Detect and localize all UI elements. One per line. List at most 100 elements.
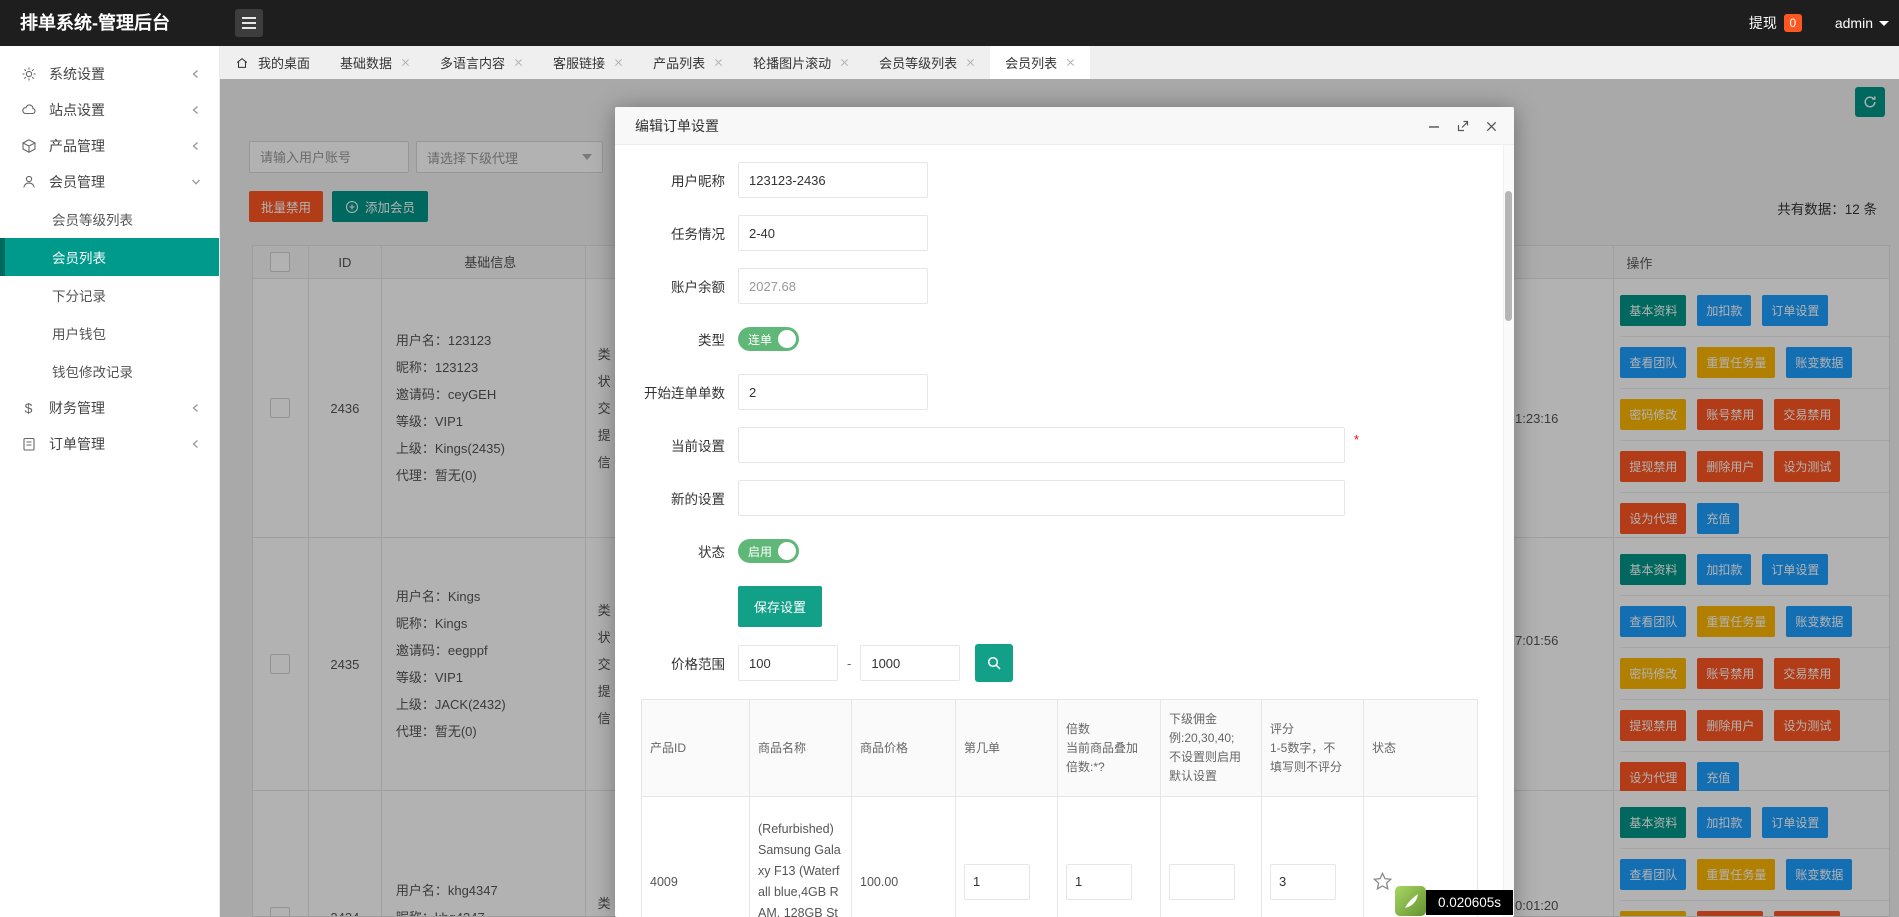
tab-member-level[interactable]: 会员等级列表 — [864, 46, 990, 79]
close-icon[interactable] — [1066, 58, 1075, 67]
start-streak-count-input[interactable] — [738, 374, 928, 410]
save-settings-button[interactable]: 保存设置 — [738, 586, 823, 627]
task-status-input[interactable] — [738, 215, 928, 251]
score-cell — [1261, 796, 1364, 917]
tab-label: 基础数据 — [340, 56, 393, 71]
withdraw-count-badge[interactable]: 0 — [1783, 14, 1802, 32]
modal-scrollbar-track[interactable] — [1503, 145, 1514, 917]
toggle-label: 启用 — [748, 544, 773, 559]
chevron-left-icon — [191, 439, 201, 449]
sidebar-item-system-settings[interactable]: 系统设置 — [0, 56, 219, 92]
close-icon[interactable] — [966, 58, 975, 67]
price-search-button[interactable] — [975, 644, 1014, 682]
score-input[interactable] — [1270, 863, 1336, 900]
minimize-icon[interactable] — [1427, 119, 1441, 133]
chevron-left-icon — [191, 69, 201, 79]
close-icon[interactable] — [714, 58, 723, 67]
chevron-left-icon — [191, 403, 201, 413]
sidebar-item-member-level-list[interactable]: 会员等级列表 — [0, 200, 219, 238]
gear-icon — [20, 66, 37, 82]
tab-member-list[interactable]: 会员列表 — [990, 46, 1091, 79]
chevron-down-icon — [191, 177, 201, 187]
type-toggle[interactable]: 连单 — [738, 327, 800, 351]
sidebar-item-label: 订单管理 — [49, 436, 105, 452]
withdraw-link[interactable]: 提现 — [1749, 13, 1777, 33]
toggle-knob — [778, 330, 797, 348]
maximize-icon[interactable] — [1456, 119, 1470, 133]
tab-desktop[interactable]: 我的桌面 — [220, 46, 325, 79]
tab-label: 会员等级列表 — [879, 56, 958, 71]
sidebar-item-label: 产品管理 — [49, 138, 105, 154]
product-table: 产品ID 商品名称 商品价格 第几单 倍数 当前商品叠加 倍数:*? 下级佣金 例:2… — [641, 699, 1478, 917]
clipboard-icon — [20, 436, 37, 452]
col-commission: 下级佣金 例:20,30,40; 不设置则启用 默认设置 — [1160, 699, 1262, 797]
user-menu[interactable]: admin — [1835, 15, 1873, 31]
col-status: 状态 — [1363, 699, 1478, 797]
price-max-input[interactable] — [860, 645, 961, 681]
field-label: 类型 — [698, 333, 725, 348]
tab-carousel[interactable]: 轮播图片滚动 — [738, 46, 864, 79]
modal-header[interactable]: 编辑订单设置 — [615, 107, 1514, 145]
home-icon — [235, 56, 249, 70]
topbar: 排单系统-管理后台 提现 0 admin — [0, 0, 1899, 46]
sidebar-sub-label: 钱包修改记录 — [52, 365, 133, 380]
close-icon[interactable] — [614, 58, 623, 67]
tab-service-link[interactable]: 客服链接 — [538, 46, 638, 79]
sidebar-item-user-wallet[interactable]: 用户钱包 — [0, 314, 219, 352]
debug-time-label: 0.020605s — [1426, 890, 1514, 915]
nickname-input[interactable] — [738, 162, 928, 198]
price-dash: - — [847, 655, 852, 671]
field-label: 开始连单单数 — [644, 386, 725, 401]
sidebar-item-member-list[interactable]: 会员列表 — [0, 238, 219, 276]
app-title: 排单系统-管理后台 — [20, 13, 170, 33]
tab-basic-data[interactable]: 基础数据 — [325, 46, 425, 79]
sidebar-sub-label: 会员列表 — [52, 251, 106, 266]
sidebar-item-site-settings[interactable]: 站点设置 — [0, 92, 219, 128]
commission-input[interactable] — [1169, 863, 1235, 900]
close-icon[interactable] — [401, 58, 410, 67]
dollar-icon: $ — [24, 400, 33, 416]
modal-scrollbar-thumb[interactable] — [1505, 191, 1512, 321]
chevron-down-icon — [1879, 20, 1889, 26]
tab-multilang[interactable]: 多语言内容 — [425, 46, 538, 79]
product-table-header: 产品ID 商品名称 商品价格 第几单 倍数 当前商品叠加 倍数:*? 下级佣金 例:2… — [641, 699, 1478, 797]
field-label: 任务情况 — [671, 227, 725, 242]
user-icon — [20, 174, 37, 190]
tab-label: 多语言内容 — [440, 56, 506, 71]
sidebar-item-order-management[interactable]: 订单管理 — [0, 426, 219, 462]
col-product-price: 商品价格 — [851, 699, 956, 797]
hamburger-button[interactable] — [235, 9, 263, 37]
close-icon[interactable] — [1485, 120, 1498, 133]
sidebar-item-member-management[interactable]: 会员管理 — [0, 164, 219, 200]
sidebar-sub-label: 会员等级列表 — [52, 213, 133, 228]
field-label: 价格范围 — [671, 657, 725, 672]
field-label: 状态 — [698, 545, 725, 560]
sidebar-item-wallet-log[interactable]: 钱包修改记录 — [0, 352, 219, 390]
balance-input[interactable] — [738, 268, 928, 304]
product-row: 4009 (Refurbished) Samsung Galaxy F13 (W… — [641, 796, 1478, 917]
order-no-input[interactable] — [964, 863, 1030, 900]
sidebar: 系统设置 站点设置 产品管理 会员管理 会员等级列表 会员列表 下分记录 用户钱… — [0, 46, 220, 917]
product-name: (Refurbished) Samsung Galaxy F13 (Waterf… — [749, 796, 852, 917]
tab-label: 产品列表 — [653, 56, 706, 71]
trace-icon[interactable] — [1395, 886, 1426, 916]
col-score: 评分 1-5数字，不 填写则不评分 — [1261, 699, 1364, 797]
multiple-input[interactable] — [1066, 863, 1132, 900]
status-toggle[interactable]: 启用 — [738, 539, 800, 563]
sidebar-item-product-management[interactable]: 产品管理 — [0, 128, 219, 164]
tab-product-list[interactable]: 产品列表 — [638, 46, 738, 79]
sidebar-item-label: 财务管理 — [49, 400, 105, 416]
new-settings-input[interactable] — [738, 480, 1345, 516]
close-icon[interactable] — [514, 58, 523, 67]
modal-body: 用户昵称 任务情况 账户余额 类型 连单 开始连单单数 当前设置 * — [615, 145, 1514, 917]
sidebar-item-finance-management[interactable]: $ 财务管理 — [0, 390, 219, 426]
current-settings-input[interactable] — [738, 427, 1345, 463]
col-order-no: 第几单 — [955, 699, 1058, 797]
toggle-knob — [778, 542, 797, 560]
price-min-input[interactable] — [738, 645, 838, 681]
sidebar-item-label: 站点设置 — [49, 102, 105, 118]
sidebar-item-downscore-records[interactable]: 下分记录 — [0, 276, 219, 314]
sidebar-item-label: 会员管理 — [49, 174, 105, 190]
close-icon[interactable] — [840, 58, 849, 67]
sidebar-sub-label: 下分记录 — [52, 289, 106, 304]
